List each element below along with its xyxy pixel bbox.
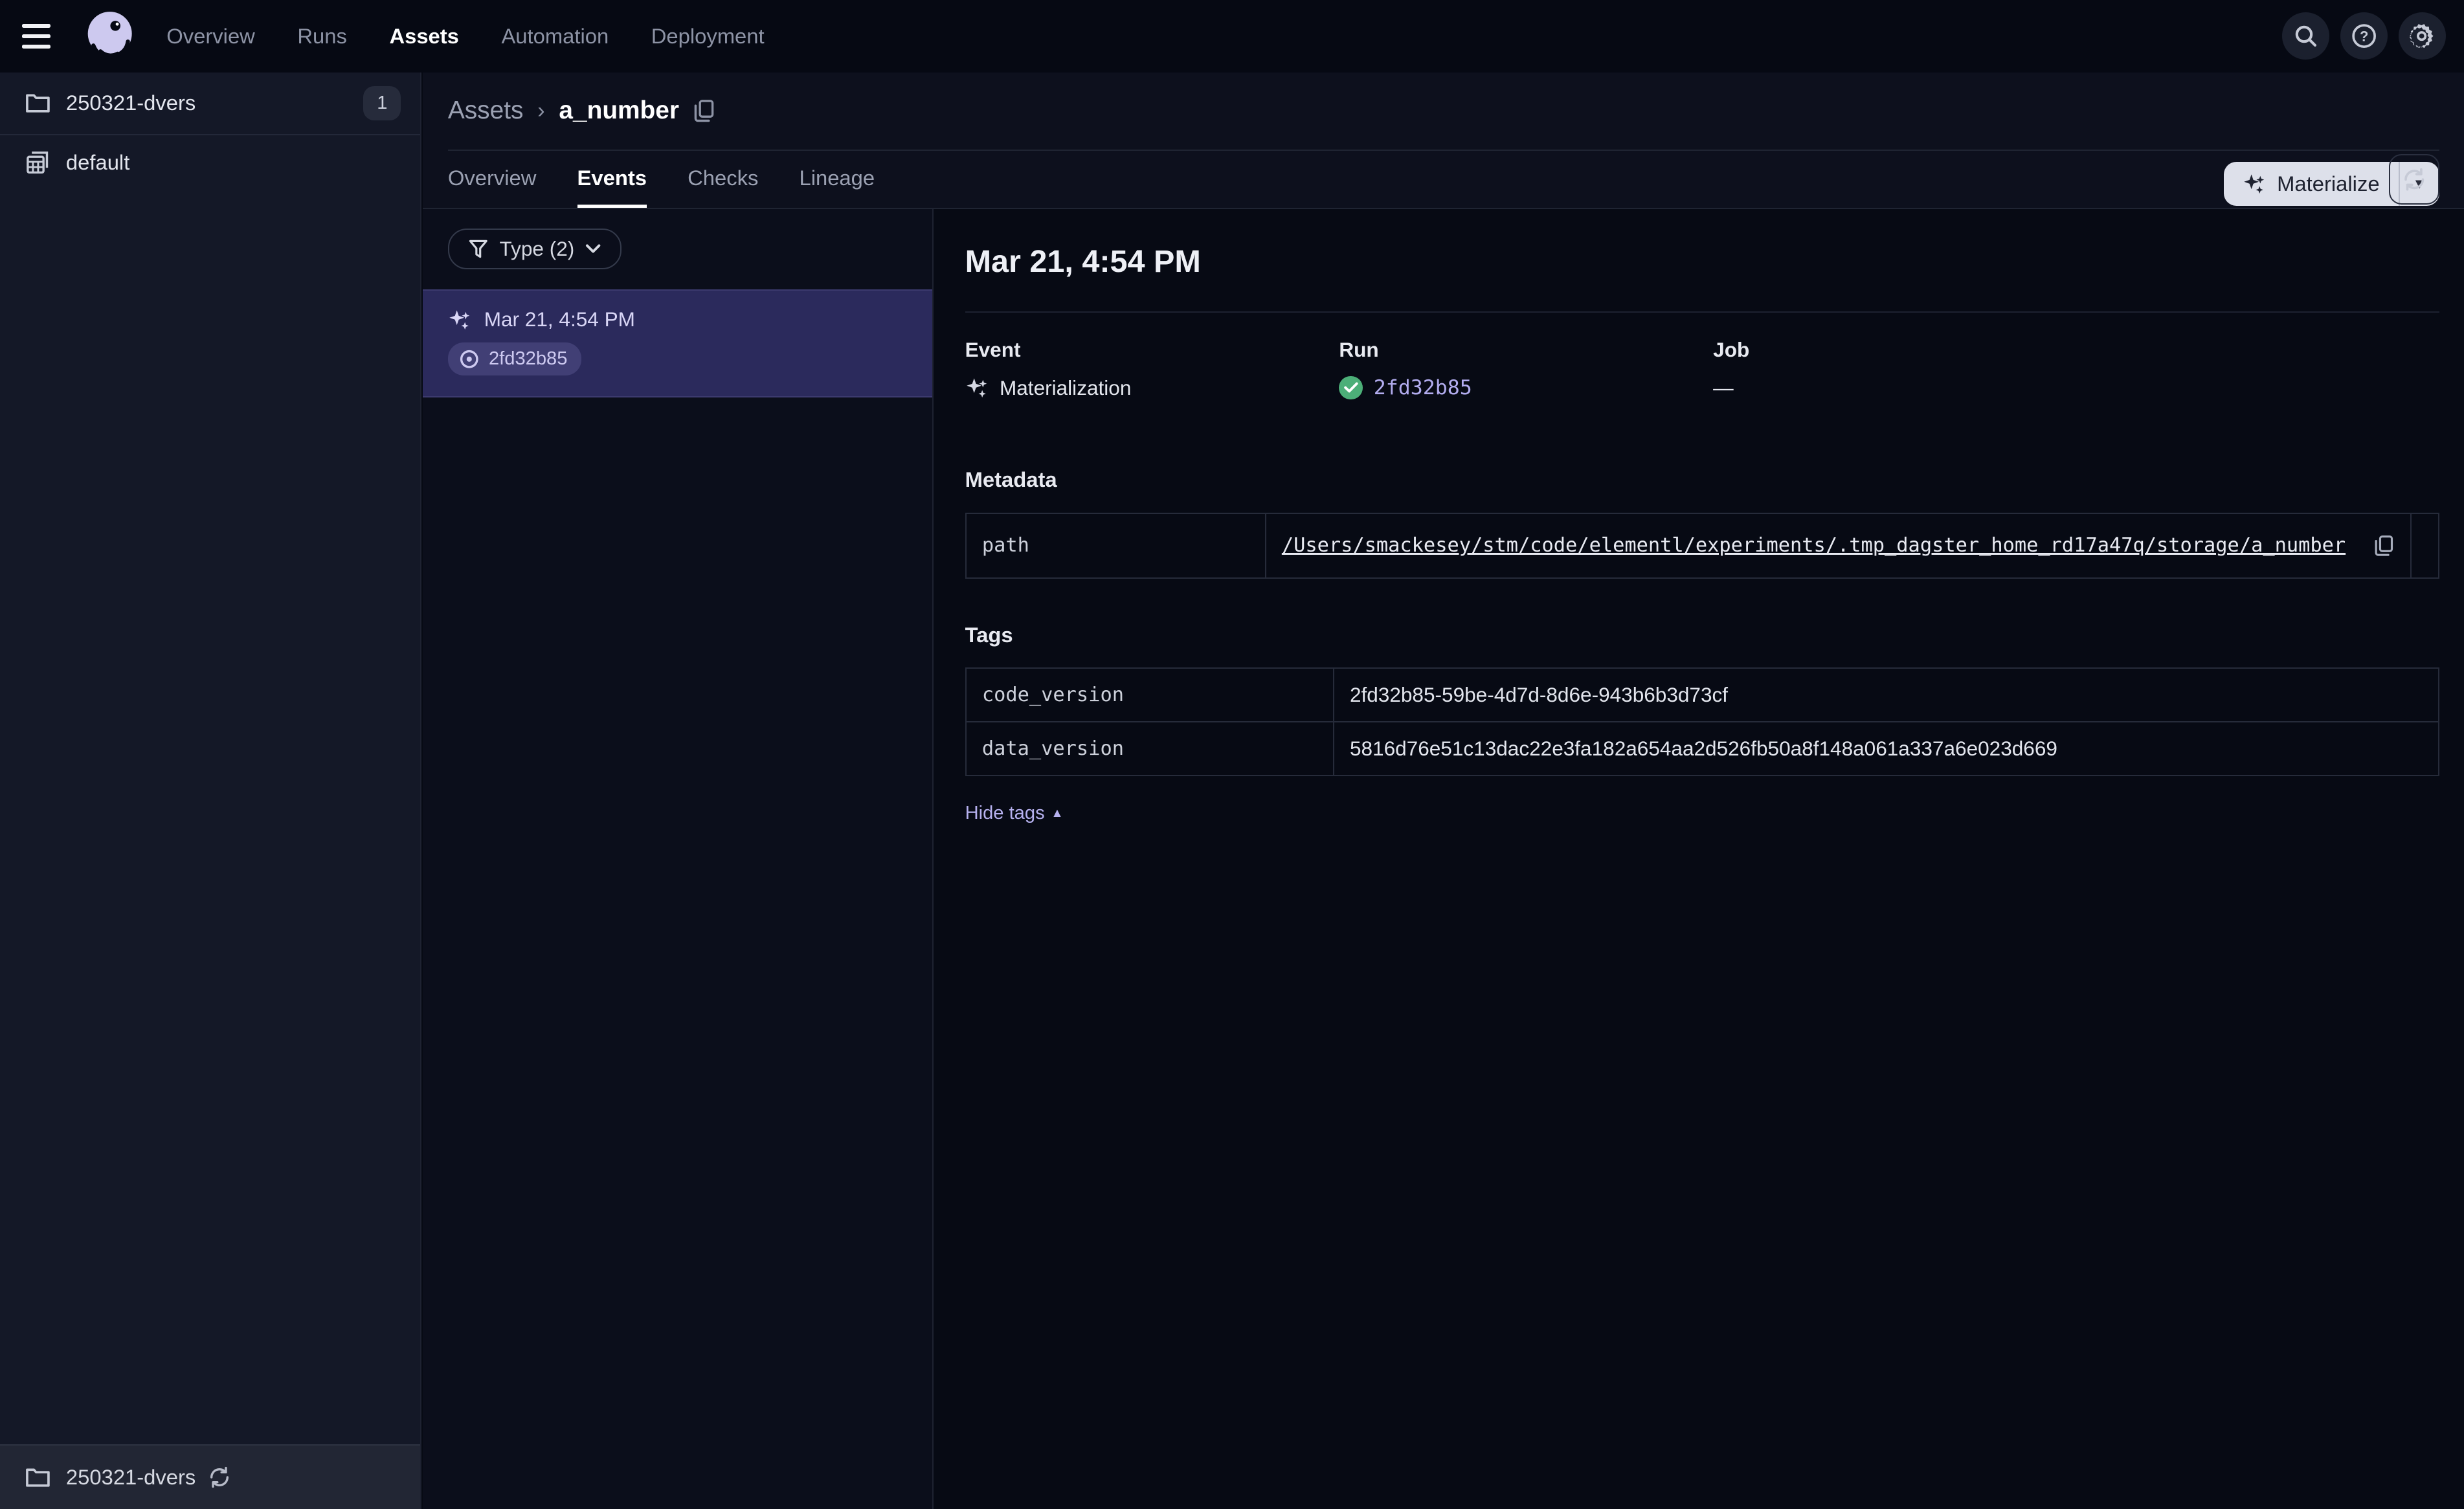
search-button[interactable] <box>2282 12 2329 60</box>
group-label: default <box>65 150 130 175</box>
copy-asset-name-button[interactable] <box>693 99 715 122</box>
hide-tags-label: Hide tags <box>965 803 1045 824</box>
copy-icon <box>2375 535 2393 556</box>
event-item-run-id: 2fd32b85 <box>488 348 568 370</box>
run-target-icon <box>460 350 478 368</box>
tags-table: code_version 2fd32b85-59be-4d7d-8d6e-943… <box>965 667 2439 776</box>
tag-key: code_version <box>965 667 1334 723</box>
job-value: — <box>1713 375 1734 399</box>
event-list-item[interactable]: Mar 21, 4:54 PM 2fd32b85 <box>423 289 933 397</box>
run-success-icon <box>1339 375 1363 400</box>
svg-text:?: ? <box>2360 28 2368 45</box>
nav-automation[interactable]: Automation <box>501 24 609 49</box>
table-row: path /Users/smackesey/stm/code/elementl/… <box>965 512 2439 579</box>
event-item-run-pill[interactable]: 2fd32b85 <box>447 342 582 376</box>
tags-section: Tags code_version 2fd32b85-59be-4d7d-8d6… <box>965 623 2439 824</box>
run-id-link[interactable]: 2fd32b85 <box>1374 376 1472 399</box>
main-panel: Assets › a_number Materialize ▼ Overview… <box>423 72 2464 1509</box>
code-location-label: 250321-dvers <box>65 91 196 115</box>
tag-value: 2fd32b85-59be-4d7d-8d6e-943b6b3d73cf <box>1332 667 2439 723</box>
materialization-sparkle-icon <box>966 378 987 398</box>
event-type-value: Materialization <box>999 375 1132 399</box>
search-icon <box>2295 26 2317 47</box>
chevron-down-icon <box>586 244 601 253</box>
event-detail-title: Mar 21, 4:54 PM <box>965 244 1201 280</box>
tab-lineage[interactable]: Lineage <box>799 166 875 208</box>
job-column-header: Job <box>1713 338 1750 362</box>
event-item-timestamp: Mar 21, 4:54 PM <box>484 307 635 331</box>
folder-icon <box>25 94 50 113</box>
sidebar-group-default[interactable]: default <box>0 135 420 190</box>
asset-group-icon <box>27 151 49 173</box>
nav-overview[interactable]: Overview <box>166 24 255 49</box>
hide-tags-link[interactable]: Hide tags ▲ <box>965 803 1064 824</box>
tab-overview[interactable]: Overview <box>448 166 537 208</box>
left-sidebar: 250321-dvers 1 default 250321-dvers <box>0 72 421 1509</box>
refresh-button[interactable] <box>2389 153 2439 205</box>
hamburger-menu-icon[interactable] <box>21 12 69 60</box>
filter-funnel-icon <box>469 240 487 258</box>
app-window: Overview Runs Assets Automation Deployme… <box>0 0 2464 1509</box>
detail-divider <box>965 311 2439 313</box>
tab-checks[interactable]: Checks <box>688 166 758 208</box>
tag-key: data_version <box>965 721 1334 776</box>
nav-runs[interactable]: Runs <box>297 24 347 49</box>
table-row: data_version 5816d76e51c13dac22e3fa182a6… <box>965 721 2439 776</box>
nav-assets[interactable]: Assets <box>389 24 458 49</box>
metadata-heading: Metadata <box>965 467 1057 492</box>
materialization-sparkle-icon <box>449 310 470 330</box>
metadata-path-link[interactable]: /Users/smackesey/stm/code/elementl/exper… <box>1282 534 2346 557</box>
asset-count-badge: 1 <box>363 85 401 120</box>
settings-button[interactable] <box>2398 12 2446 60</box>
tag-value: 5816d76e51c13dac22e3fa182a654aa2d526fb50… <box>1332 721 2439 776</box>
copy-icon <box>694 100 714 122</box>
event-run-job-summary: Event Materialization Run 2fd32b85 Job — <box>965 338 2439 400</box>
run-column-header: Run <box>1339 338 1379 362</box>
top-nav: Overview Runs Assets Automation Deployme… <box>0 0 2464 73</box>
breadcrumb: Assets › a_number <box>423 73 2464 150</box>
primary-nav: Overview Runs Assets Automation Deployme… <box>166 24 764 49</box>
metadata-table: path /Users/smackesey/stm/code/elementl/… <box>965 512 2439 579</box>
footer-location-label: 250321-dvers <box>65 1464 196 1489</box>
page-title: a_number <box>559 96 679 125</box>
tab-events[interactable]: Events <box>577 166 647 208</box>
sidebar-footer[interactable]: 250321-dvers <box>0 1444 420 1509</box>
event-column-header: Event <box>965 338 1021 362</box>
type-filter-button[interactable]: Type (2) <box>447 229 622 270</box>
table-row: code_version 2fd32b85-59be-4d7d-8d6e-943… <box>965 667 2439 723</box>
metadata-key: path <box>965 512 1266 579</box>
help-icon: ? <box>2351 24 2376 49</box>
refresh-icon <box>2404 168 2424 191</box>
dagster-logo[interactable] <box>82 8 138 64</box>
metadata-section: Metadata path /Users/smackesey/stm/code/… <box>965 467 2439 579</box>
breadcrumb-assets-link[interactable]: Assets <box>448 96 524 125</box>
gear-icon <box>2410 24 2434 49</box>
chevron-up-icon: ▲ <box>1051 806 1064 821</box>
type-filter-label: Type (2) <box>499 237 575 261</box>
tags-heading: Tags <box>965 622 1013 647</box>
tab-bar: Overview Events Checks Lineage <box>423 151 2464 209</box>
folder-icon <box>25 1468 50 1487</box>
reload-location-icon[interactable] <box>208 1466 230 1488</box>
event-detail-panel: Mar 21, 4:54 PM Event Materialization Ru… <box>934 208 2464 1509</box>
nav-deployment[interactable]: Deployment <box>651 24 765 49</box>
copy-path-button[interactable] <box>2374 535 2395 557</box>
metadata-actions-cell <box>2410 512 2439 579</box>
breadcrumb-separator-icon: › <box>537 98 545 123</box>
sidebar-code-location[interactable]: 250321-dvers 1 <box>0 73 420 135</box>
events-list-panel: Type (2) Mar 21, 4:54 PM 2fd32b85 <box>423 208 934 1509</box>
help-button[interactable]: ? <box>2340 12 2388 60</box>
